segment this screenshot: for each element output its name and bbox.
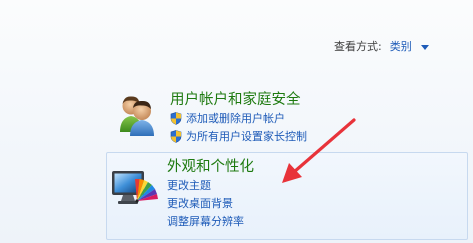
view-by-dropdown[interactable]: 类别 bbox=[390, 38, 430, 54]
users-icon[interactable] bbox=[112, 88, 162, 138]
link-change-theme[interactable]: 更改主题 bbox=[167, 176, 244, 194]
link-add-remove-accounts[interactable]: 添加或删除用户帐户 bbox=[170, 109, 307, 127]
link-change-desktop-background[interactable]: 更改桌面背景 bbox=[167, 194, 244, 212]
uac-shield-icon bbox=[170, 129, 182, 143]
link-label[interactable]: 添加或删除用户帐户 bbox=[186, 110, 285, 126]
category-appearance: 外观和个性化 更改主题 更改桌面背景 调整屏幕分辨率 bbox=[106, 152, 468, 240]
link-label[interactable]: 为所有用户设置家长控制 bbox=[186, 128, 307, 144]
view-by-value[interactable]: 类别 bbox=[390, 40, 412, 53]
category-title[interactable]: 外观和个性化 bbox=[167, 155, 254, 176]
link-parental-controls[interactable]: 为所有用户设置家长控制 bbox=[170, 127, 307, 145]
chevron-down-icon[interactable] bbox=[421, 45, 430, 50]
category-user-accounts: 用户帐户和家庭安全 添加或删除用户帐户 为所有用户设置家长控制 bbox=[106, 84, 466, 148]
link-adjust-screen-resolution[interactable]: 调整屏幕分辨率 bbox=[167, 212, 244, 230]
control-panel: 查看方式: 类别 用户帐户和家庭安全 添加或删除用户帐户 为所有用户设置家长控制… bbox=[0, 0, 473, 243]
view-by: 查看方式: 类别 bbox=[334, 38, 430, 54]
uac-shield-icon bbox=[170, 111, 182, 125]
monitor-palette-icon[interactable] bbox=[109, 161, 159, 211]
view-by-label: 查看方式: bbox=[334, 40, 382, 53]
category-title[interactable]: 用户帐户和家庭安全 bbox=[170, 88, 301, 109]
